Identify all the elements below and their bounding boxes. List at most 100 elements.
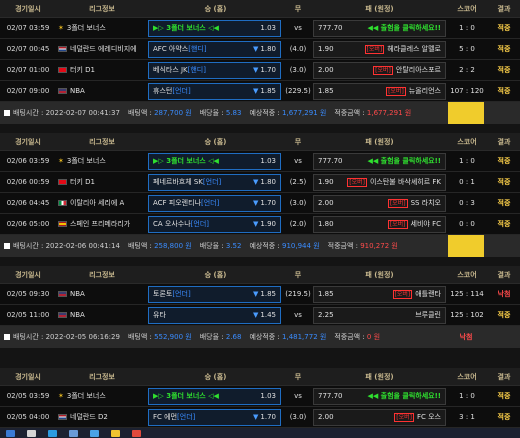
away-team-label: 세비야 FC	[410, 220, 441, 228]
away-bet-button[interactable]: 2.00 [오버] SS 라치오	[313, 194, 446, 212]
match-time: 02/05 03:59	[6, 392, 50, 400]
league-info: NBA	[56, 311, 148, 319]
summary-value: 0 원	[366, 333, 381, 341]
home-bet-button[interactable]: 페네르바흐체 SK[언더] ▼ 1.80	[148, 173, 281, 191]
store-icon[interactable]	[90, 429, 99, 437]
summary-bet-time: 배팅시간 : 2022-02-07 00:41:37	[13, 108, 120, 118]
slip-result-box: 낙첨	[459, 333, 473, 341]
away-team-label: ◀◀ 출험을 클릭하세요!!	[367, 24, 441, 32]
summary-stake: 배팅액 : 258,800 원	[128, 241, 192, 251]
down-arrow-icon: ▼	[253, 220, 259, 228]
away-bet-button[interactable]: 1.85 [오버] 뉴올리언스	[313, 82, 446, 100]
header-time: 경기일시	[15, 372, 41, 381]
league-info: ✶ 3폴더 보너스	[56, 156, 148, 166]
match-result: 적중	[497, 220, 511, 228]
home-team-name: CA 오사수나[언더]	[153, 220, 210, 228]
header-result: 결과	[497, 372, 511, 381]
away-odds: 1.90	[318, 45, 334, 53]
draw-value: vs	[294, 24, 302, 32]
summary-value: 3.52	[225, 242, 242, 250]
away-bet-button[interactable]: 777.70 ◀◀ 출험을 클릭하세요!!	[313, 152, 446, 170]
match-time: 02/05 09:30	[6, 290, 50, 298]
summary-win: 적중금액 : 910,272 원	[328, 241, 398, 251]
summary-label: 배팅시간 :	[13, 109, 44, 117]
away-bet-button[interactable]: 1.90 [오버] 이스탄불 바삭셰히르 FK	[313, 173, 446, 191]
away-bet-button[interactable]: 2.00 [오버] 안탈리아스포르	[313, 61, 446, 79]
star-icon: ✶	[58, 157, 64, 165]
flag-turkey	[58, 179, 67, 185]
away-bet-button[interactable]: 2.25 브루클린	[313, 306, 446, 324]
home-odds: ▼ 1.80	[253, 45, 276, 53]
start-icon[interactable]	[6, 429, 15, 437]
home-bet-button[interactable]: CA 오사수나[언더] ▼ 1.90	[148, 215, 281, 233]
away-odds: 2.00	[318, 66, 334, 74]
league-info: NBA	[56, 87, 148, 95]
table-row: 02/07 09:00 NBA 휴스턴[언더] ▼ 1.85 (229.5) 1.85 [오버…	[0, 81, 520, 102]
home-bet-button[interactable]: 토론토[언더] ▼ 1.85	[148, 285, 281, 303]
away-bet-button[interactable]: 777.70 ◀◀ 출험을 클릭하세요!!	[313, 387, 446, 405]
home-bet-button[interactable]: ▶▷ 3폴더 보너스 ◁◀ 1.03	[148, 152, 281, 170]
home-odds-value: 1.85	[260, 87, 276, 95]
away-odds: 1.80	[318, 220, 334, 228]
match-result: 적중	[497, 87, 511, 95]
header-away: 패 (원정)	[365, 4, 394, 13]
league-name: 스페인 프리메라리가	[70, 220, 131, 228]
over-tag: [오버]	[373, 66, 393, 75]
edge-browser-icon[interactable]	[48, 429, 57, 437]
home-bet-button[interactable]: 베식타스 JK[핸디] ▼ 1.70	[148, 61, 281, 79]
home-team-name: ▶▷ 3폴더 보너스 ◁◀	[153, 157, 219, 165]
home-bet-button[interactable]: 유타 ▼ 1.45	[148, 306, 281, 324]
league-name: 3폴더 보너스	[66, 157, 106, 165]
summary-value: 2022-02-07 00:41:37	[45, 109, 120, 117]
away-bet-button[interactable]: 1.80 [오버] 세비야 FC	[313, 215, 446, 233]
home-bet-button[interactable]: ▶▷ 3폴더 보너스 ◁◀ 1.03	[148, 19, 281, 37]
match-score: 107 : 120	[450, 87, 484, 95]
league-name: NBA	[70, 87, 85, 95]
home-bet-button[interactable]: ▶▷ 3폴더 보너스 ◁◀ 1.03	[148, 387, 281, 405]
away-team-name: [오버] 뉴올리언스	[386, 86, 441, 96]
home-team-name: ACF 피오렌티나[언더]	[153, 199, 220, 207]
home-bet-button[interactable]: FC 에먼[언더] ▼ 1.70	[148, 408, 281, 426]
away-team-label: SS 라치오	[410, 199, 441, 207]
folder-icon[interactable]	[111, 429, 120, 437]
header-league: 리그정보	[89, 137, 115, 146]
chrome-icon[interactable]	[132, 429, 141, 437]
header-home: 승 (홈)	[204, 137, 227, 146]
away-bet-button[interactable]: 1.90 [오버] 헤라클레스 알멜로	[313, 40, 446, 58]
select-checkbox[interactable]	[4, 334, 10, 340]
home-bet-button[interactable]: AFC 아약스[핸디] ▼ 1.80	[148, 40, 281, 58]
away-bet-button[interactable]: 2.00 [오버] FC 오스	[313, 408, 446, 426]
handicap-tag: [언더]	[172, 290, 191, 298]
handicap-tag: [언더]	[177, 413, 196, 421]
home-bet-button[interactable]: ACF 피오렌티나[언더] ▼ 1.70	[148, 194, 281, 212]
away-bet-button[interactable]: 1.85 [오버] 애틀랜타	[313, 285, 446, 303]
league-name: NBA	[70, 311, 85, 319]
summary-label: 배팅액 :	[127, 333, 152, 341]
mail-icon[interactable]	[69, 429, 78, 437]
home-odds-value: 1.03	[260, 24, 276, 32]
header-score: 스코어	[457, 137, 477, 146]
table-row: 02/06 03:59 ✶ 3폴더 보너스 ▶▷ 3폴더 보너스 ◁◀ 1.03 vs 77…	[0, 151, 520, 172]
home-bet-button[interactable]: 휴스턴[언더] ▼ 1.85	[148, 82, 281, 100]
away-odds: 2.25	[318, 311, 334, 319]
summary-value: 910,944 원	[282, 242, 320, 250]
draw-value: (229.5)	[285, 87, 311, 95]
search-icon[interactable]	[27, 429, 36, 437]
windows-taskbar	[0, 428, 520, 438]
header-home: 승 (홈)	[204, 270, 227, 279]
match-score: 2 : 2	[459, 66, 475, 74]
summary-value: 1,677,291 원	[366, 109, 412, 117]
bet-summary: 배팅시간 : 2022-02-05 06:16:29 배팅액 : 552,900 …	[0, 326, 520, 348]
draw-value: (4.0)	[289, 45, 307, 53]
away-team-label: 이스탄불 바삭셰히르 FK	[369, 178, 441, 186]
home-odds-value: 1.80	[260, 178, 276, 186]
home-team-name: 페네르바흐체 SK[언더]	[153, 178, 222, 186]
summary-value: 1,481,772 원	[282, 333, 327, 341]
summary-label: 적중금액 :	[334, 333, 365, 341]
summary-value: 2022-02-06 00:41:14	[45, 242, 120, 250]
select-checkbox[interactable]	[4, 243, 10, 249]
table-header: 경기일시 리그정보 승 (홈) 무 패 (원정) 스코어 결과	[0, 368, 520, 386]
away-bet-button[interactable]: 777.70 ◀◀ 출험을 클릭하세요!!	[313, 19, 446, 37]
select-checkbox[interactable]	[4, 110, 10, 116]
summary-expected: 예상적중 : 1,677,291 원	[249, 108, 326, 118]
